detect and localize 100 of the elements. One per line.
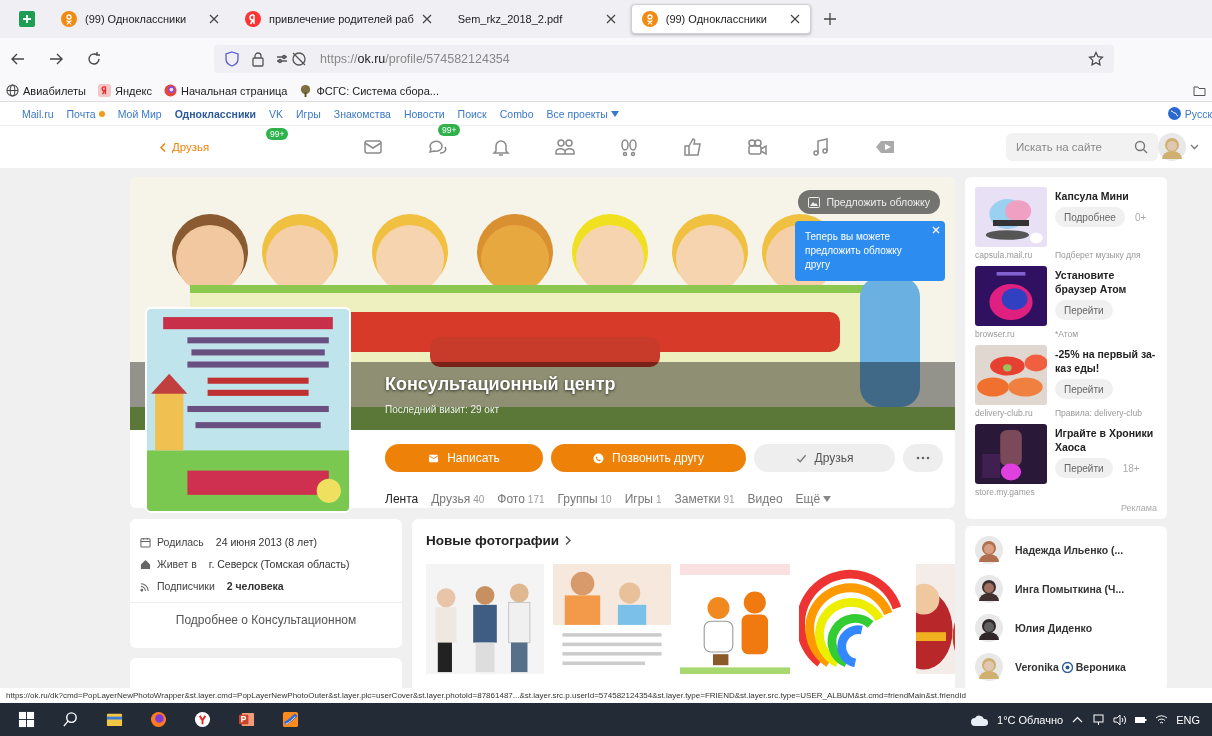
bookmark[interactable]: Авиабилеты xyxy=(6,84,86,97)
language-indicator[interactable]: ENG xyxy=(1176,713,1200,726)
ad-button[interactable]: Перейти xyxy=(1055,458,1113,479)
info-label: Подписчики xyxy=(157,580,215,592)
house-icon xyxy=(140,558,151,570)
portal-link[interactable]: Почта xyxy=(66,107,105,120)
friend-name[interactable]: Надежда Ильенко (... xyxy=(1015,544,1124,556)
windows-logo-icon[interactable] xyxy=(17,711,35,728)
portal-link[interactable]: Mail.ru xyxy=(22,107,54,120)
ad-button[interactable]: Перейти xyxy=(1055,300,1113,321)
plus-icon[interactable] xyxy=(822,12,837,26)
close-icon[interactable] xyxy=(605,14,616,24)
ok-logo-icon xyxy=(61,11,77,27)
ad-title[interactable]: Капсула Мини xyxy=(1055,187,1157,204)
profile-tab[interactable]: Друзья 40 xyxy=(431,492,485,508)
language-link[interactable]: Русск xyxy=(1167,107,1212,120)
check-icon xyxy=(795,452,807,464)
phone-icon xyxy=(593,452,605,464)
wifi-icon[interactable] xyxy=(1155,713,1169,726)
ok-logo-icon xyxy=(641,11,658,27)
portal-link[interactable]: Одноклассники xyxy=(174,107,257,120)
browser-tab[interactable]: (99) Одноклассники xyxy=(50,4,230,34)
bookmark[interactable]: Яндекс xyxy=(98,84,152,97)
ad-button[interactable]: Подробнее xyxy=(1055,207,1125,228)
portal-link[interactable]: Знакомства xyxy=(333,107,391,120)
friend-name[interactable]: Инга Помыткина (Ч... xyxy=(1015,583,1125,595)
avatar[interactable] xyxy=(975,614,1003,642)
profile-tab[interactable]: Видео xyxy=(747,492,783,508)
ad-title[interactable]: Установите браузер Атом xyxy=(1055,266,1157,297)
age-rating: 18+ xyxy=(1122,462,1140,474)
browser-tab[interactable]: Sem_rkz_2018_2.pdf xyxy=(446,4,627,34)
reload-icon[interactable] xyxy=(86,51,102,67)
ad-note: Подберет музыку для xyxy=(1055,250,1142,260)
profile-tab[interactable]: Группы 10 xyxy=(557,492,612,508)
profile-tab[interactable]: Игры 1 xyxy=(624,492,662,508)
more-info-link[interactable]: Подробнее о Консультационном xyxy=(130,602,402,637)
folder-icon[interactable] xyxy=(105,711,123,728)
speaker-icon[interactable] xyxy=(1113,713,1127,726)
count-badge: 99+ xyxy=(438,124,461,136)
info-label: Живет в xyxy=(157,558,197,570)
search-icon[interactable] xyxy=(61,711,79,728)
app-icon[interactable] xyxy=(281,711,299,728)
search-field[interactable]: Искать на сайте xyxy=(1006,133,1158,161)
friends-icon[interactable] xyxy=(554,136,576,158)
thumbs-up-icon[interactable] xyxy=(682,136,704,158)
back-link[interactable]: Друзья xyxy=(160,141,240,153)
profile-tab[interactable]: Фото 171 xyxy=(497,492,545,508)
friend-name[interactable]: Юлия Диденко xyxy=(1015,622,1093,634)
portal-link[interactable]: Новости xyxy=(403,107,445,120)
portal-link[interactable]: VK xyxy=(269,107,284,120)
portal-link[interactable]: Все проекты xyxy=(546,107,619,120)
ad-title[interactable]: Играйте в Хроники Хаоса xyxy=(1055,424,1157,455)
ad-domain: browser.ru xyxy=(975,329,1016,339)
portal-link[interactable]: Мой Мир xyxy=(117,107,162,120)
back-arrow-icon[interactable] xyxy=(10,51,26,67)
friend-name[interactable]: Veronika xyxy=(1015,661,1059,673)
folder-icon[interactable] xyxy=(1193,84,1206,97)
browser-tab[interactable]: (99) Одноклассники xyxy=(630,4,811,34)
feed-icon xyxy=(140,580,151,592)
bookmark[interactable]: Начальная страница xyxy=(164,84,288,97)
profile-tab[interactable]: Лента xyxy=(385,492,419,508)
info-value: 2 человека xyxy=(226,580,284,592)
lock-icon xyxy=(250,51,266,67)
firefox-logo-icon[interactable] xyxy=(149,711,167,728)
forward-arrow-icon[interactable] xyxy=(48,51,64,67)
shield-icon xyxy=(224,51,240,67)
close-icon[interactable] xyxy=(789,14,800,24)
browser-tab[interactable]: привлечение родителей раб xyxy=(234,4,443,34)
yandex-logo-icon xyxy=(245,11,261,27)
info-value: г. Северск (Томская область) xyxy=(208,558,350,570)
camera-icon[interactable] xyxy=(746,136,768,158)
address-bar[interactable]: https://ok.ru/profile/574582124354 xyxy=(214,45,1114,73)
close-icon[interactable] xyxy=(421,14,432,24)
info-value: 24 июня 2013 (8 лет) xyxy=(215,536,318,548)
presentation-app-icon[interactable] xyxy=(237,711,255,728)
friends-button[interactable]: Друзья xyxy=(754,444,895,472)
yandex-logo-icon xyxy=(98,84,111,97)
status-url: https://ok.ru/dk?cmd=PopLayerNewPhotoWrapper&st.layer.cmd=PopLayerNewPhotoOuter&st.layer.plc=userCover&st.layer.photoId=87861487...&st.layer.src.p.userId=574582124354&st.layer.type=FRIEND&st.layer.src.type=USER_ALBUM&st.cmd=friendMain&st.friendId xyxy=(0,688,1212,703)
calendar-icon xyxy=(140,536,151,548)
weather-text[interactable]: 1°C Облачно xyxy=(997,713,1064,726)
footprints-icon[interactable] xyxy=(618,136,640,158)
network-icon[interactable] xyxy=(1092,713,1106,726)
count-badge: 99+ xyxy=(266,128,289,140)
close-icon[interactable] xyxy=(209,14,219,24)
caret-icon xyxy=(823,496,832,502)
yandex-browser-icon[interactable] xyxy=(193,711,211,728)
chevron-right-icon[interactable] xyxy=(565,536,572,545)
chevron-down-icon[interactable] xyxy=(1190,144,1199,150)
profile-tab[interactable]: Заметки 91 xyxy=(674,492,735,508)
section-title[interactable]: Новые фотографии xyxy=(426,533,560,548)
avatar[interactable] xyxy=(975,575,1003,603)
ad-title[interactable]: -25% на первый за-каз еды! xyxy=(1055,345,1157,376)
portal-link[interactable]: Поиск xyxy=(457,107,487,120)
profile-tab[interactable]: Ещё xyxy=(795,492,832,508)
bookmark[interactable]: ФСГС: Система сбора... xyxy=(299,84,439,97)
portal-link[interactable]: Combo xyxy=(499,107,534,120)
star-icon[interactable] xyxy=(1088,51,1104,67)
ad-button[interactable]: Перейти xyxy=(1055,379,1113,400)
spreadsheet-icon xyxy=(19,11,35,27)
portal-link[interactable]: Игры xyxy=(296,107,321,120)
